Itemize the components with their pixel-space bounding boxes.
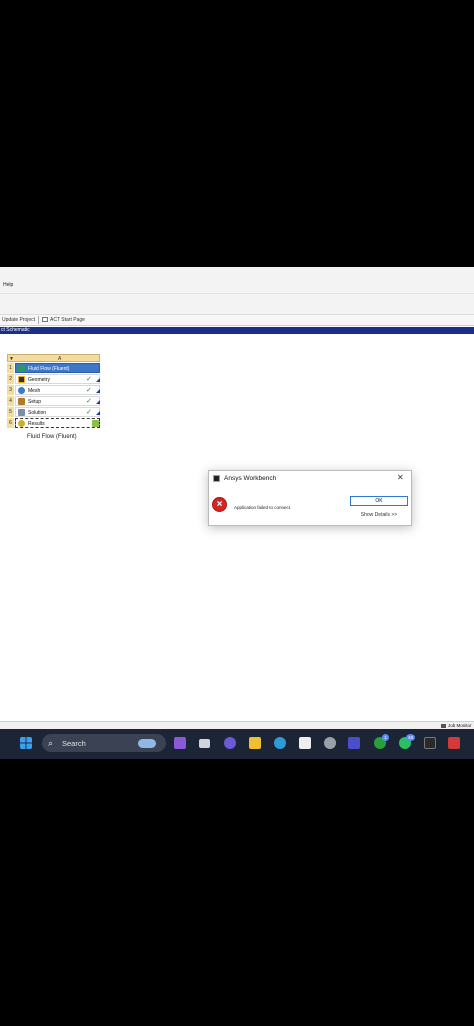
results-icon bbox=[18, 420, 25, 427]
menu-help[interactable]: Help bbox=[3, 282, 13, 288]
edge-browser-icon[interactable] bbox=[274, 737, 286, 749]
connector-triangle-icon bbox=[96, 378, 100, 382]
taskbar-search[interactable]: ⌕ Search bbox=[42, 734, 166, 752]
update-required-icon bbox=[92, 420, 99, 427]
dialog-title-bar[interactable]: Ansys Workbench ✕ bbox=[209, 471, 411, 487]
status-check-icon: ✓ bbox=[86, 387, 92, 394]
system-row-setup[interactable]: 4 Setup ✓ bbox=[7, 396, 100, 407]
row-number: 4 bbox=[7, 396, 14, 406]
system-header[interactable]: ▼ A bbox=[7, 354, 100, 362]
dialog-message: Application failed to connect. bbox=[234, 505, 292, 510]
setup-icon bbox=[18, 398, 25, 405]
terminal-icon[interactable] bbox=[424, 737, 436, 749]
act-start-page-button[interactable]: ACT Start Page bbox=[50, 317, 85, 323]
close-icon[interactable]: ✕ bbox=[397, 473, 404, 482]
system-row-title[interactable]: 1 Fluid Flow (Fluent) bbox=[7, 363, 100, 374]
workbench-window: Help Update Project ACT Start Page ct Sc… bbox=[0, 267, 474, 759]
row-cell[interactable]: Solution ✓ bbox=[15, 407, 100, 417]
connector-triangle-icon bbox=[96, 411, 100, 415]
update-project-button[interactable]: Update Project bbox=[2, 317, 35, 323]
row-number: 1 bbox=[7, 363, 14, 373]
whatsapp-badge: 48 bbox=[406, 734, 415, 741]
connector-triangle-icon bbox=[96, 389, 100, 393]
system-name-label[interactable]: Fluid Flow (Fluent) bbox=[27, 434, 77, 440]
visual-studio-icon[interactable] bbox=[348, 737, 360, 749]
windows-start-icon[interactable] bbox=[20, 737, 32, 749]
row-cell[interactable]: Setup ✓ bbox=[15, 396, 100, 406]
row-number: 2 bbox=[7, 374, 14, 384]
row-cell[interactable]: Fluid Flow (Fluent) bbox=[15, 363, 100, 373]
act-start-page-icon bbox=[42, 317, 48, 322]
search-icon: ⌕ bbox=[48, 738, 54, 748]
github-icon[interactable] bbox=[324, 737, 336, 749]
system-menu-arrow-icon[interactable]: ▼ bbox=[9, 356, 14, 362]
status-check-icon: ✓ bbox=[86, 409, 92, 416]
solution-icon bbox=[18, 409, 25, 416]
row-label: Setup bbox=[28, 399, 42, 405]
row-cell[interactable]: Results bbox=[15, 418, 100, 428]
dialog-title: Ansys Workbench bbox=[224, 475, 277, 482]
project-schematic-title: ct Schematic bbox=[1, 327, 30, 333]
status-check-icon: ✓ bbox=[86, 398, 92, 405]
system-column-letter: A bbox=[58, 356, 62, 362]
error-icon: × bbox=[212, 497, 227, 512]
mesh-icon bbox=[18, 387, 25, 394]
system-row-geometry[interactable]: 2 Geometry ✓ bbox=[7, 374, 100, 385]
row-label: Geometry bbox=[28, 377, 50, 383]
system-row-results[interactable]: 6 Results bbox=[7, 418, 100, 429]
row-label: Solution bbox=[28, 410, 47, 416]
ansys-app-icon bbox=[213, 475, 220, 482]
row-number: 5 bbox=[7, 407, 14, 417]
error-dialog: Ansys Workbench ✕ × Application failed t… bbox=[208, 470, 412, 526]
system-row-mesh[interactable]: 3 Mesh ✓ bbox=[7, 385, 100, 396]
show-details-button[interactable]: Show Details >> bbox=[350, 510, 408, 520]
row-cell[interactable]: Mesh ✓ bbox=[15, 385, 100, 395]
row-label: Results bbox=[28, 421, 45, 427]
menu-bar: Help bbox=[0, 267, 474, 294]
row-number: 3 bbox=[7, 385, 14, 395]
status-check-icon: ✓ bbox=[86, 376, 92, 383]
widgets-icon[interactable] bbox=[174, 737, 186, 749]
ok-button[interactable]: OK bbox=[350, 496, 408, 506]
fluid-flow-icon bbox=[18, 365, 25, 372]
microsoft-store-icon[interactable] bbox=[299, 737, 311, 749]
connector-triangle-icon bbox=[96, 400, 100, 404]
teams-chat-icon[interactable] bbox=[224, 737, 236, 749]
search-label: Search bbox=[62, 739, 86, 748]
taskbar: ⌕ Search 1 48 bbox=[0, 729, 474, 759]
toolbar: Update Project ACT Start Page bbox=[0, 315, 474, 326]
xbox-badge: 1 bbox=[382, 734, 389, 741]
project-schematic-header: ct Schematic bbox=[0, 327, 474, 334]
system-row-solution[interactable]: 5 Solution ✓ bbox=[7, 407, 100, 418]
task-view-icon[interactable] bbox=[199, 739, 210, 748]
geometry-icon bbox=[18, 376, 25, 383]
ansys-workbench-taskbar-icon[interactable] bbox=[448, 737, 460, 749]
job-monitor-link[interactable]: Job Monitor bbox=[448, 723, 472, 728]
toolbar-separator bbox=[38, 316, 39, 324]
file-explorer-icon[interactable] bbox=[249, 737, 261, 749]
weather-cloud-icon bbox=[138, 739, 156, 748]
job-monitor-icon bbox=[441, 724, 446, 728]
row-label: Fluid Flow (Fluent) bbox=[28, 366, 70, 372]
row-label: Mesh bbox=[28, 388, 41, 394]
row-cell[interactable]: Geometry ✓ bbox=[15, 374, 100, 384]
row-number: 6 bbox=[7, 418, 14, 428]
ribbon-area bbox=[0, 294, 474, 315]
